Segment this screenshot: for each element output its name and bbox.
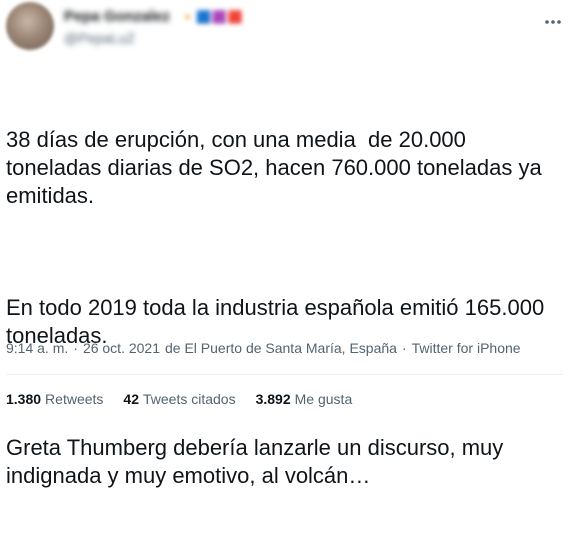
likes-stat[interactable]: 3.892 Me gusta <box>256 391 353 407</box>
tweet-source-link[interactable]: Twitter for iPhone <box>412 340 521 356</box>
tweet-stats: 1.380 Retweets 42 Tweets citados 3.892 M… <box>6 391 352 407</box>
tweet: Pepa Gonzalez 🔸🟦🟪🟥 @PepaLuZ 38 días de e… <box>0 0 569 488</box>
author-name-emojis: 🔸🟦🟪🟥 <box>180 10 244 24</box>
retweets-count: 1.380 <box>6 391 42 407</box>
quote-tweets-label: Tweets citados <box>142 391 236 407</box>
tweet-text: 38 días de erupción, con una media de 20… <box>6 70 562 546</box>
avatar[interactable] <box>6 2 54 50</box>
retweets-stat[interactable]: 1.380 Retweets <box>6 391 103 407</box>
tweet-header: Pepa Gonzalez 🔸🟦🟪🟥 @PepaLuZ <box>6 2 563 50</box>
more-options-button[interactable] <box>543 12 563 32</box>
tweet-location-link[interactable]: de El Puerto de Santa María, España <box>165 340 397 356</box>
meta-separator: · <box>401 340 407 356</box>
quote-tweets-count: 42 <box>123 391 139 407</box>
author-display-name[interactable]: Pepa Gonzalez <box>64 8 170 25</box>
likes-label: Me gusta <box>294 391 353 407</box>
quote-tweets-stat[interactable]: 42 Tweets citados <box>123 391 235 407</box>
divider <box>6 374 563 375</box>
tweet-paragraph: Greta Thumberg debería lanzarle un discu… <box>6 435 510 488</box>
meta-separator: · <box>73 340 78 356</box>
likes-count: 3.892 <box>255 391 291 407</box>
author-handle[interactable]: @PepaLuZ <box>64 30 135 46</box>
author-block[interactable]: Pepa Gonzalez 🔸🟦🟪🟥 @PepaLuZ <box>64 8 284 48</box>
tweet-date-link[interactable]: 26 oct. 2021 <box>83 340 160 356</box>
tweet-time-link[interactable]: 9:14 a. m. <box>6 340 68 356</box>
retweets-label: Retweets <box>45 391 104 407</box>
more-horizontal-icon <box>545 20 561 24</box>
tweet-paragraph: 38 días de erupción, con una media de 20… <box>6 127 548 208</box>
tweet-meta: 9:14 a. m. · 26 oct. 2021 de El Puerto d… <box>6 340 521 356</box>
